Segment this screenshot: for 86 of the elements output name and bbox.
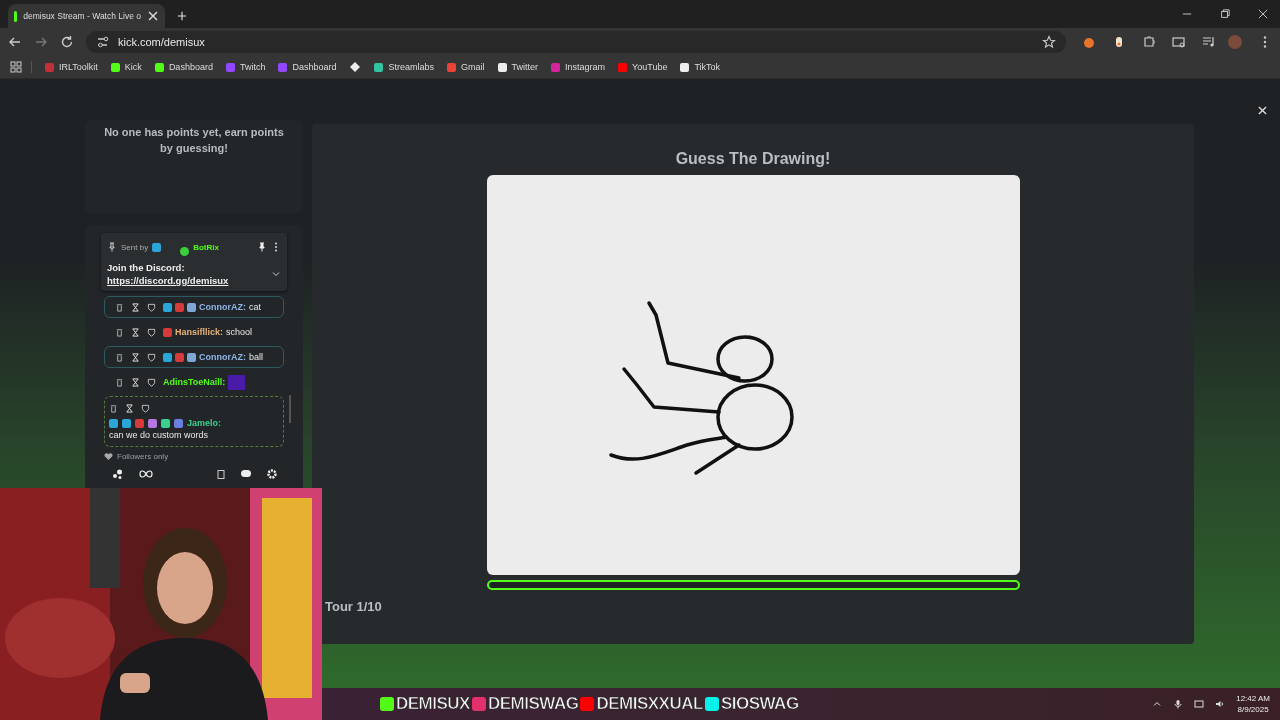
round-counter: Tour 1/10 [325, 599, 382, 614]
hourglass-icon[interactable] [131, 327, 140, 337]
moderator-badge-icon [152, 242, 162, 252]
shield-icon[interactable] [147, 302, 156, 312]
shield-icon[interactable] [147, 352, 156, 362]
trash-icon[interactable] [115, 327, 124, 337]
site-settings-icon[interactable] [96, 35, 110, 49]
pin-icon[interactable] [257, 242, 267, 252]
emote-icon [228, 374, 246, 390]
network-icon[interactable] [1194, 699, 1205, 709]
stream-overlay-handle: SIOSWAG [720, 694, 799, 714]
bookmark-link[interactable]: YouTube [618, 62, 668, 72]
forward-icon[interactable] [34, 35, 48, 49]
media-icon[interactable] [1202, 35, 1216, 49]
username[interactable]: Hansifllick: [175, 327, 223, 337]
tab-title: demisux Stream - Watch Live o [23, 11, 141, 21]
trash-icon[interactable] [115, 302, 124, 312]
infinity-icon[interactable] [138, 469, 154, 479]
bookmark-link[interactable]: Twitch [225, 62, 266, 72]
chat-bubble-icon[interactable] [240, 468, 252, 480]
reload-icon[interactable] [60, 35, 74, 49]
speaker-icon[interactable] [1215, 699, 1226, 709]
puzzle-icon[interactable] [1142, 35, 1156, 49]
verified-badge-icon [180, 247, 190, 256]
stream-overlay-handle: DEMISXXUAL [596, 694, 703, 714]
clipboard-icon[interactable] [216, 469, 226, 479]
hourglass-icon[interactable] [131, 302, 140, 312]
message-text: cat [249, 302, 261, 312]
bookmark-link[interactable]: Twitter [497, 62, 538, 72]
message-text: can we do custom words [109, 429, 209, 442]
address-field[interactable]: kick.com/demisux [86, 31, 1066, 53]
username[interactable]: AdinsToeNaill: [163, 377, 226, 387]
tab-search-icon[interactable] [1172, 35, 1186, 49]
bookmark-link[interactable]: TikTok [680, 62, 721, 72]
clock-time: 12:42 AM [1236, 693, 1270, 704]
username[interactable]: ConnorAZ: [199, 352, 246, 362]
message-text: ball [249, 352, 263, 362]
shield-icon[interactable] [147, 377, 156, 387]
dots-icon[interactable] [112, 468, 124, 480]
bookmark-link[interactable]: Dashboard [278, 62, 337, 72]
shield-icon[interactable] [147, 327, 156, 337]
clock[interactable]: 12:42 AM 8/9/2025 [1236, 693, 1270, 715]
settings-icon[interactable] [266, 468, 278, 480]
microphone-icon[interactable] [1173, 699, 1184, 709]
hourglass-icon[interactable] [131, 377, 140, 387]
trash-icon[interactable] [109, 403, 118, 413]
back-icon[interactable] [8, 35, 22, 49]
hourglass-icon[interactable] [131, 352, 140, 362]
chat-mode-label: Followers only [117, 452, 169, 461]
close-icon[interactable] [1258, 106, 1267, 115]
clock-date: 8/9/2025 [1237, 704, 1269, 715]
hourglass-icon[interactable] [125, 403, 134, 413]
discord-link[interactable]: https://discord.gg/demisux [107, 275, 229, 286]
bookmark-link[interactable]: IRLToolkit [45, 62, 98, 72]
game-title: Guess The Drawing! [675, 150, 831, 168]
stream-overlay-handle: DEMISUX [396, 694, 470, 714]
bookmark-link[interactable]: Dashboard [154, 62, 213, 72]
bookmark-link[interactable]: Instagram [551, 62, 606, 72]
extension-icon[interactable] [1082, 35, 1096, 49]
shield-icon[interactable] [141, 403, 150, 413]
trash-icon[interactable] [115, 352, 124, 362]
leaderboard-empty-message: No one has points yet, earn points by guessing! [103, 125, 285, 156]
apps-grid-icon[interactable] [10, 61, 22, 73]
heart-icon [104, 452, 113, 461]
restore-icon[interactable] [1220, 9, 1230, 19]
badge-icon [163, 327, 172, 337]
bookmark-link[interactable]: Streamlabs [374, 62, 434, 72]
new-tab-icon[interactable] [177, 11, 187, 21]
pinned-message-text: Join the Discord: [107, 262, 185, 273]
bookmark-link[interactable]: Kick [110, 62, 142, 72]
star-icon[interactable] [1042, 35, 1056, 49]
bookmark-link[interactable]: Gmail [447, 62, 485, 72]
pin-icon [107, 242, 117, 252]
close-icon[interactable] [1258, 9, 1268, 19]
stream-overlay-handle: DEMISWAG [487, 694, 579, 714]
message-text: school [226, 327, 253, 337]
sender-name: BotRix [193, 242, 219, 252]
trash-icon[interactable] [115, 377, 124, 387]
chevron-up-icon[interactable] [1152, 699, 1163, 709]
chevron-down-icon[interactable] [271, 269, 281, 279]
browser-tab[interactable]: demisux Stream - Watch Live o [8, 4, 165, 28]
username[interactable]: ConnorAZ: [199, 302, 246, 312]
username[interactable]: Jamelo: [187, 418, 221, 428]
close-icon[interactable] [147, 10, 159, 22]
sent-by-label: Sent by [121, 242, 149, 252]
diamond-icon[interactable] [349, 61, 362, 73]
